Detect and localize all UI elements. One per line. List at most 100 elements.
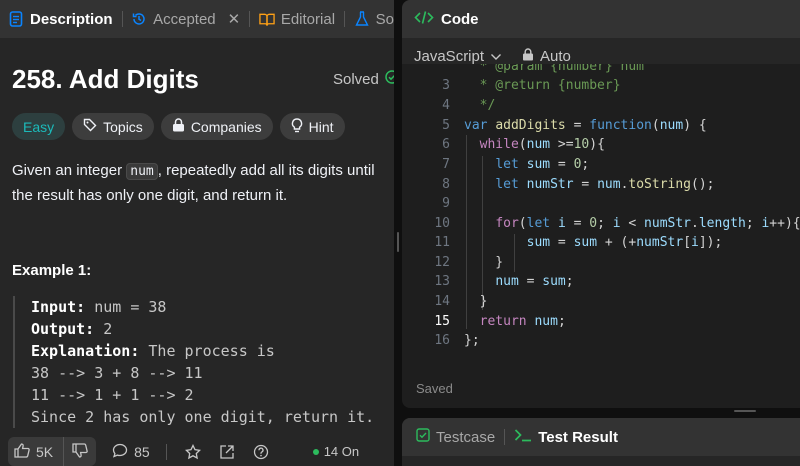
document-icon — [8, 11, 24, 27]
tab-description[interactable]: Description — [8, 0, 113, 38]
test-panel-tabs: Testcase Test Result — [402, 418, 800, 456]
like-count: 5K — [36, 443, 54, 460]
tab-editorial-label: Editorial — [280, 10, 336, 28]
code-line: } — [464, 255, 504, 270]
line-number: 4 — [442, 98, 450, 113]
problem-action-bar: 5K 85 14 On — [0, 437, 394, 466]
test-panel: Testcase Test Result — [402, 418, 800, 466]
line-number: 9 — [442, 196, 450, 211]
line-number: 12 — [434, 255, 450, 270]
tab-solutions-label: So — [375, 10, 394, 28]
code-line: * @return {number} — [464, 78, 621, 93]
close-icon[interactable]: ✕ — [228, 10, 241, 28]
help-icon[interactable] — [253, 444, 269, 460]
problem-title: 258. Add Digits — [12, 64, 199, 94]
problem-chips: Easy Topics Companies Hint — [12, 113, 345, 140]
code-editor[interactable]: 3 4 5 6 7 8 9 10 11 12 13 14 15 16 * @pa… — [402, 64, 800, 364]
companies-chip-label: Companies — [190, 118, 262, 135]
like-button[interactable]: 5K — [8, 442, 63, 461]
tab-solutions[interactable]: So — [354, 0, 394, 38]
thumbs-up-icon — [14, 442, 30, 461]
vote-group: 5K — [8, 437, 97, 466]
auto-mode-toggle[interactable]: Auto — [522, 48, 571, 65]
line-number: 5 — [442, 118, 450, 133]
tab-separator — [121, 11, 123, 27]
code-panel-header: Code — [402, 0, 800, 38]
dislike-button[interactable] — [63, 437, 96, 466]
tab-separator — [504, 429, 506, 445]
inline-code: num — [126, 163, 158, 180]
code-line: let sum = 0; — [495, 157, 590, 172]
code-line: return num; — [479, 314, 566, 329]
bar-separator — [165, 443, 167, 460]
online-dot-icon — [312, 448, 319, 455]
save-status: Saved — [416, 381, 453, 396]
share-icon[interactable] — [219, 444, 235, 460]
tag-icon — [83, 118, 97, 135]
difficulty-badge: Easy — [12, 113, 66, 140]
tab-test-result-label: Test Result — [538, 428, 618, 446]
code-line: sum = sum + (+numStr[i]); — [526, 235, 723, 250]
line-number: 7 — [442, 157, 450, 172]
tab-description-label: Description — [30, 10, 113, 28]
online-count: 14 On — [312, 444, 360, 459]
history-icon — [131, 11, 147, 27]
topics-chip-label: Topics — [103, 118, 143, 135]
flask-icon — [354, 11, 370, 27]
tab-editorial[interactable]: Editorial — [259, 0, 335, 38]
hint-chip-label: Hint — [308, 118, 334, 135]
tab-test-result[interactable]: Test Result — [514, 428, 618, 446]
lock-icon — [522, 47, 534, 65]
code-line: * @param {number} num — [464, 64, 645, 74]
star-icon[interactable] — [184, 443, 201, 460]
line-number: 13 — [434, 274, 450, 289]
companies-chip[interactable]: Companies — [160, 113, 273, 140]
line-number: 16 — [434, 333, 450, 348]
line-number: 14 — [434, 294, 450, 309]
tab-separator — [249, 11, 250, 27]
line-number: 8 — [442, 177, 450, 192]
language-select[interactable]: JavaScript — [414, 48, 502, 65]
hint-chip[interactable]: Hint — [279, 113, 345, 140]
solved-label: Solved — [333, 70, 379, 88]
code-panel-title: Code — [441, 10, 479, 28]
online-count-label: 14 On — [323, 444, 360, 459]
mode-label: Auto — [540, 47, 571, 65]
code-line: let numStr = num.toString(); — [495, 177, 715, 192]
lock-icon — [172, 118, 185, 135]
code-line: */ — [464, 98, 496, 113]
code-line: }; — [464, 333, 480, 348]
resize-grip — [397, 232, 399, 252]
line-number: 10 — [434, 216, 450, 231]
comments-button[interactable]: 85 — [112, 443, 150, 461]
code-line: while(num >=10){ — [479, 137, 605, 152]
solved-status: Solved — [333, 70, 394, 88]
language-label: JavaScript — [414, 47, 485, 65]
comment-count: 85 — [134, 443, 150, 460]
tab-testcase-label: Testcase — [436, 428, 496, 446]
code-line: var addDigits = function(num) { — [464, 118, 707, 133]
code-line: } — [464, 294, 488, 309]
terminal-icon — [514, 428, 532, 446]
line-number: 11 — [434, 235, 450, 250]
horizontal-resize-handle[interactable] — [734, 410, 756, 412]
code-brackets-icon — [414, 10, 434, 29]
code-panel: Code JavaScript Auto 3 4 5 6 7 8 9 10 11… — [402, 0, 800, 408]
lightbulb-icon — [291, 117, 303, 136]
chevron-down-icon — [490, 48, 502, 65]
code-line: for(let i = 0; i < numStr.length; i++){ — [495, 216, 800, 231]
topics-chip[interactable]: Topics — [72, 113, 154, 140]
tab-separator — [344, 11, 345, 27]
vertical-resize-handle[interactable] — [394, 0, 402, 466]
tab-testcase[interactable]: Testcase — [416, 428, 495, 446]
check-circle-icon — [385, 70, 394, 88]
current-line-number: 15 — [434, 314, 450, 329]
line-number: 3 — [442, 78, 450, 93]
code-line: num = sum; — [495, 274, 574, 289]
description-panel: Description Accepted ✕ Editorial So 258.… — [0, 0, 394, 466]
tab-accepted[interactable]: Accepted ✕ — [131, 0, 240, 38]
example-block: Input: num = 38 Output: 2 Explanation: T… — [13, 296, 374, 428]
comment-icon — [112, 443, 128, 461]
line-number: 6 — [442, 137, 450, 152]
problem-description: Given an integer num, repeatedly add all… — [12, 162, 375, 204]
